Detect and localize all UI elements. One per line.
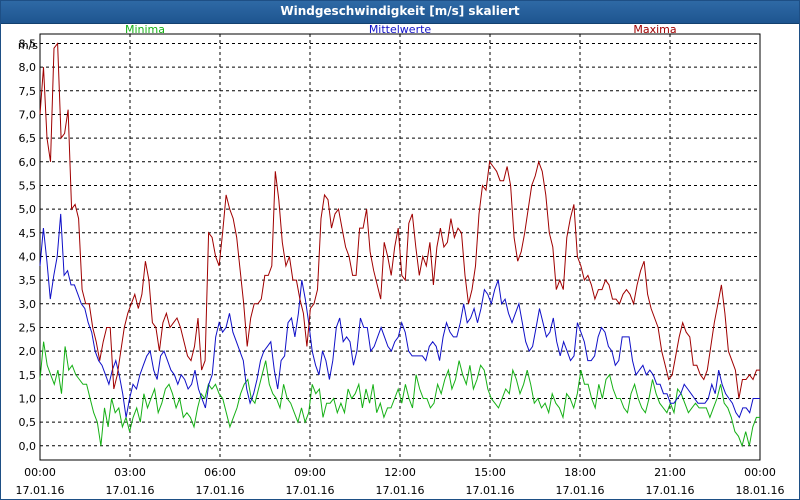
- x-tick-date: 17.01.16: [16, 484, 65, 497]
- y-tick-label: 8,0: [19, 61, 37, 74]
- y-tick-label: 7,5: [19, 85, 37, 98]
- x-tick-time: 06:00: [204, 466, 236, 479]
- x-tick-date: 17.01.16: [646, 484, 695, 497]
- y-tick-label: 4,5: [19, 227, 37, 240]
- x-tick-date: 17.01.16: [556, 484, 605, 497]
- y-tick-label: 3,5: [19, 274, 37, 287]
- x-tick-time: 15:00: [474, 466, 506, 479]
- y-tick-label: 3,0: [19, 298, 37, 311]
- chart-title-bar: Windgeschwindigkeit [m/s] skaliert: [0, 0, 800, 24]
- y-tick-label: 7,0: [19, 108, 37, 121]
- x-tick-date: 17.01.16: [106, 484, 155, 497]
- legend-minima: Minima: [125, 24, 165, 36]
- y-tick-label: 0,5: [19, 416, 37, 429]
- legend-mittelwerte: Mittelwerte: [369, 24, 432, 36]
- wind-speed-chart: 0,0 0,5 1,0 1,5 2,0 2,5 3,0 3,5 4,0 4,5 5,0 5,5 6,0 6…: [16, 24, 785, 497]
- x-tick-date: 18.01.16: [736, 484, 785, 497]
- x-tick-date: 17.01.16: [286, 484, 335, 497]
- x-tick-time: 03:00: [114, 466, 146, 479]
- y-tick-label: 6,5: [19, 132, 37, 145]
- x-tick-time: 00:00: [24, 466, 56, 479]
- x-tick-time: 12:00: [384, 466, 416, 479]
- y-tick-label: 4,0: [19, 250, 37, 263]
- y-tick-label: 1,0: [19, 392, 37, 405]
- x-tick-date: 17.01.16: [466, 484, 515, 497]
- y-tick-label: 0,0: [19, 440, 37, 453]
- y-axis-label: m/s: [18, 39, 38, 52]
- y-tick-label: 2,0: [19, 345, 37, 358]
- x-tick-time: 21:00: [654, 466, 686, 479]
- y-tick-label: 5,5: [19, 179, 37, 192]
- x-tick-time: 09:00: [294, 466, 326, 479]
- y-tick-label: 2,5: [19, 321, 37, 334]
- x-tick-time: 00:00: [744, 466, 776, 479]
- x-tick-time: 18:00: [564, 466, 596, 479]
- y-tick-label: 1,5: [19, 369, 37, 382]
- chart-title: Windgeschwindigkeit [m/s] skaliert: [280, 4, 520, 18]
- y-tick-label: 6,0: [19, 156, 37, 169]
- legend-maxima: Maxima: [633, 24, 676, 36]
- y-tick-label: 5,0: [19, 203, 37, 216]
- x-tick-date: 17.01.16: [196, 484, 245, 497]
- x-tick-date: 17.01.16: [376, 484, 425, 497]
